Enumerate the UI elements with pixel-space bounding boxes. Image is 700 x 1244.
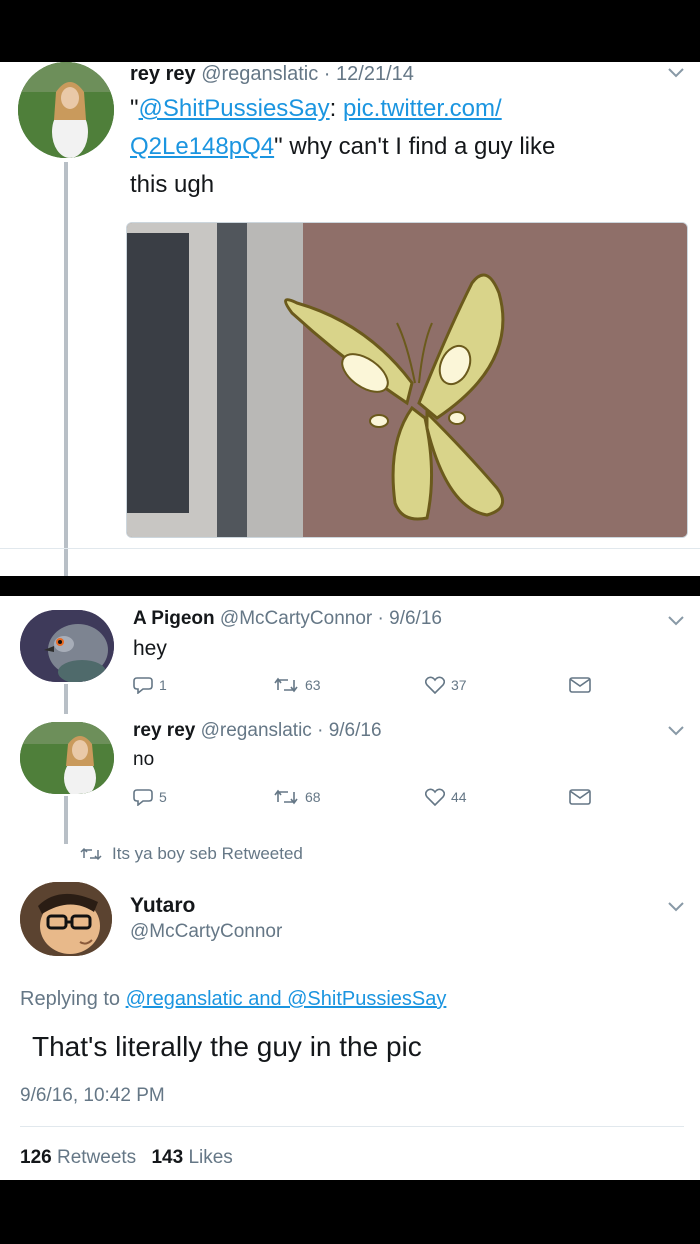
envelope-icon [569,789,591,805]
tweet-header: A Pigeon @McCartyConnor · 9/6/16 [133,608,442,630]
reply-button[interactable]: 1 [133,676,167,694]
avatar[interactable] [20,882,112,956]
tweet-text: hey [133,637,167,660]
pic-link-part2[interactable]: Q2Le148pQ4 [130,133,274,160]
retweet-count: 63 [305,677,321,693]
author-name[interactable]: Yutaro [130,894,195,918]
tweet-text-tail: " why can't I find a guy like [274,133,556,160]
avatar[interactable] [20,722,114,794]
tweet-panel-top: rey rey @reganslatic · 12/21/14 "@ShitPu… [0,62,700,576]
tweet-header: rey rey @reganslatic · 12/21/14 [130,62,414,86]
retweet-icon [274,677,298,693]
tweet-header: rey rey @reganslatic · 9/6/16 [133,720,382,742]
quote-mark: " [130,95,139,122]
retweet-total-label: Retweets [56,1147,137,1168]
separator-dot: · [377,608,384,629]
author-name[interactable]: rey rey [133,720,195,741]
author-handle[interactable]: @reganslatic [201,63,318,85]
mention-link[interactable]: @ShitPussiesSay [139,95,330,122]
tweet-date[interactable]: 9/6/16 [329,720,382,741]
replying-to-label: Replying to [20,988,121,1010]
retweet-button[interactable]: 68 [273,788,321,806]
like-stat[interactable]: 143 Likes [151,1147,232,1168]
tweet-text: no [133,749,155,770]
author-name[interactable]: A Pigeon [133,608,215,629]
direct-message-button[interactable] [569,788,591,806]
replying-to-targets[interactable]: @reganslatic and @ShitPussiesSay [126,988,447,1010]
divider [0,548,700,549]
reply-count: 1 [159,677,167,693]
like-total: 143 [151,1147,184,1168]
heart-icon [425,788,445,806]
tweet-text: That's literally the guy in the pic [32,1031,422,1062]
separator-dot: · [317,720,324,741]
retweet-banner-text: Its ya boy seb Retweeted [112,844,303,863]
tweet-actions: 5 68 44 [133,788,603,812]
tweet-text: "@ShitPussiesSay: pic.twitter.com/ Q2Le1… [130,90,690,204]
author-handle[interactable]: @reganslatic [201,720,312,741]
reply-count: 5 [159,789,167,805]
like-count: 44 [451,789,467,805]
chevron-down-icon[interactable] [668,616,684,626]
tweet-date[interactable]: 9/6/16 [389,608,442,629]
pic-link-part1[interactable]: pic.twitter.com/ [343,95,502,122]
colon: : [329,95,337,122]
retweet-stat[interactable]: 126 Retweets [20,1147,141,1168]
tweet-text-line3: this ugh [130,171,215,198]
tweet-panel-bottom: A Pigeon @McCartyConnor · 9/6/16 hey 1 6… [0,596,700,1180]
thread-line [64,684,68,714]
like-button[interactable]: 44 [425,788,467,806]
thread-line [64,162,68,576]
thread-line [64,796,68,844]
author-handle[interactable]: @McCartyConnor [220,608,372,629]
envelope-icon [569,677,591,693]
author-handle[interactable]: @McCartyConnor [130,920,282,944]
retweet-icon [274,789,298,805]
retweet-banner[interactable]: Its ya boy seb Retweeted [80,844,303,864]
retweet-count: 68 [305,789,321,805]
divider [20,1126,684,1127]
tweet-date[interactable]: 12/21/14 [336,63,414,85]
separator-dot: · [323,63,331,85]
reply-icon [133,677,153,694]
author-name[interactable]: rey rey [130,63,196,85]
avatar[interactable] [18,62,114,158]
retweet-icon [80,847,102,861]
tweet-media-image[interactable] [126,222,688,538]
like-count: 37 [451,677,467,693]
reply-icon [133,789,153,806]
direct-message-button[interactable] [569,676,591,694]
retweet-button[interactable]: 63 [273,676,321,694]
chevron-down-icon[interactable] [668,68,684,78]
chevron-down-icon[interactable] [668,726,684,736]
avatar[interactable] [20,610,114,682]
replying-to: Replying to @reganslatic and @ShitPussie… [20,986,446,1012]
chevron-down-icon[interactable] [668,902,684,912]
like-button[interactable]: 37 [425,676,467,694]
tweet-stats: 126 Retweets 143 Likes [20,1146,233,1170]
like-total-label: Likes [188,1147,233,1168]
heart-icon [425,676,445,694]
retweet-total: 126 [20,1147,52,1168]
tweet-timestamp[interactable]: 9/6/16, 10:42 PM [20,1084,165,1108]
tweet-actions: 1 63 37 [133,676,603,700]
reply-button[interactable]: 5 [133,788,167,806]
